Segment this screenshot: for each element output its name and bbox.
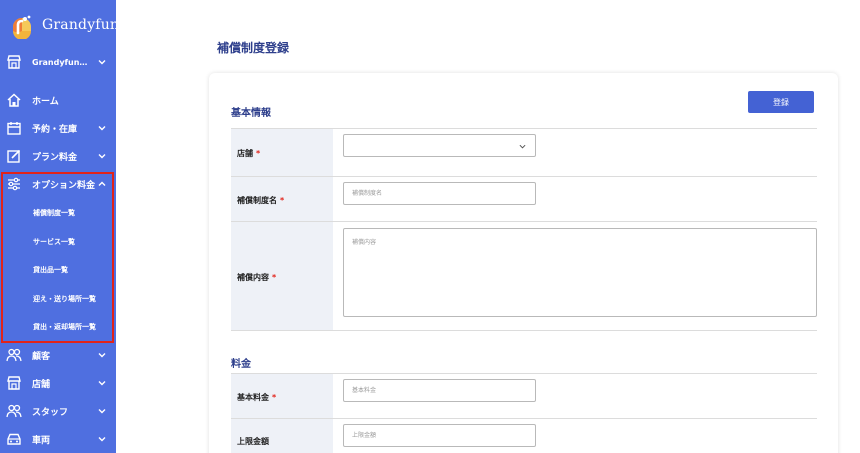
table-bottom-border xyxy=(231,330,817,331)
edit-icon xyxy=(6,148,22,164)
sidebar-item-staff[interactable]: スタッフ xyxy=(0,397,116,425)
form-row-name: 補償制度名 * xyxy=(231,176,817,221)
calendar-icon xyxy=(6,120,22,136)
field-label-cell: 上限金額 xyxy=(231,419,333,453)
store-icon xyxy=(6,54,22,70)
app-name: Grandyfun xyxy=(42,17,116,33)
page-title: 補償制度登録 xyxy=(217,41,290,55)
store-icon xyxy=(6,375,22,391)
users-icon xyxy=(6,347,22,363)
chevron-down-icon xyxy=(98,124,106,132)
chevron-up-icon xyxy=(98,180,106,188)
sidebar-item-label: プラン料金 xyxy=(32,152,78,163)
store-select[interactable] xyxy=(343,134,536,157)
max-amount-input[interactable] xyxy=(343,424,536,447)
store-selector[interactable]: Grandyfun… xyxy=(0,48,116,76)
submenu-item-compensation-list[interactable]: 補償制度一覧 xyxy=(33,208,75,218)
sidebar-item-plan-price[interactable]: プラン料金 xyxy=(0,142,116,170)
chevron-down-icon xyxy=(98,407,106,415)
field-value-cell xyxy=(333,374,817,418)
sidebar-item-home[interactable]: ホーム xyxy=(0,86,116,114)
sidebar-item-label: オプション料金 xyxy=(32,180,96,191)
submenu-item-rental-return-list[interactable]: 貸出・返却場所一覧 xyxy=(33,322,96,332)
store-label: 店舗 xyxy=(237,149,253,158)
sidebar-item-option-price[interactable]: オプション料金 xyxy=(0,170,116,198)
field-value-cell xyxy=(333,222,817,330)
base-price-label: 基本料金 xyxy=(237,393,269,402)
form-row-store: 店舗 * xyxy=(231,128,817,176)
field-value-cell xyxy=(333,129,817,176)
sidebar-item-customers[interactable]: 顧客 xyxy=(0,341,116,369)
sidebar-item-label: スタッフ xyxy=(32,407,69,418)
submenu-item-pickup-dropoff-list[interactable]: 迎え・送り場所一覧 xyxy=(33,294,96,304)
compensation-name-input[interactable] xyxy=(343,182,536,205)
chevron-down-icon xyxy=(98,351,106,359)
car-icon xyxy=(6,431,22,447)
submenu-item-service-list[interactable]: サービス一覧 xyxy=(33,237,75,247)
required-mark: * xyxy=(272,393,277,402)
compensation-content-textarea[interactable] xyxy=(343,228,817,317)
sidebar-item-vehicles[interactable]: 車両 xyxy=(0,425,116,453)
home-icon xyxy=(6,92,22,108)
sidebar-item-label: 店舗 xyxy=(32,379,51,390)
field-label-cell: 基本料金 * xyxy=(231,374,333,418)
field-value-cell xyxy=(333,177,817,221)
sidebar: Grandyfun Grandyfun… ホーム 予約・在庫 プラン料金 オプシ… xyxy=(0,0,116,453)
sidebar-item-label: 車両 xyxy=(32,435,51,446)
required-mark: * xyxy=(280,196,285,205)
section-title-price: 料金 xyxy=(231,359,251,370)
compensation-name-label: 補償制度名 xyxy=(237,196,277,205)
form-row-max-amount: 上限金額 xyxy=(231,418,817,453)
chevron-down-icon xyxy=(98,379,106,387)
submenu-item-rental-goods-list[interactable]: 貸出品一覧 xyxy=(33,265,68,275)
users-icon xyxy=(6,403,22,419)
max-amount-label: 上限金額 xyxy=(237,437,269,446)
store-selector-label: Grandyfun… xyxy=(32,57,88,67)
field-value-cell xyxy=(333,419,817,453)
base-price-input[interactable] xyxy=(343,379,536,402)
chevron-down-icon xyxy=(519,143,526,150)
field-label-cell: 店舗 * xyxy=(231,129,333,176)
compensation-content-label: 補償内容 xyxy=(237,273,269,282)
grandyfun-logo-icon xyxy=(8,11,36,40)
sidebar-item-reservation[interactable]: 予約・在庫 xyxy=(0,114,116,142)
chevron-down-icon xyxy=(98,58,106,66)
sidebar-item-label: 顧客 xyxy=(32,351,51,362)
section-title-basic-info: 基本情報 xyxy=(231,108,271,119)
sliders-icon xyxy=(6,176,22,192)
required-mark: * xyxy=(256,149,261,158)
required-mark: * xyxy=(272,273,277,282)
chevron-down-icon xyxy=(98,152,106,160)
form-row-base-price: 基本料金 * xyxy=(231,373,817,418)
form-row-content: 補償内容 * xyxy=(231,221,817,330)
form-card: 基本情報 登録 店舗 * 補償制度名 * 補償制度名 補償内容 * 補償内容 料… xyxy=(209,73,838,453)
sidebar-item-label: 予約・在庫 xyxy=(32,124,78,135)
register-button[interactable]: 登録 xyxy=(748,91,814,113)
sidebar-item-stores[interactable]: 店舗 xyxy=(0,369,116,397)
app-logo[interactable]: Grandyfun xyxy=(8,10,116,40)
chevron-down-icon xyxy=(98,435,106,443)
field-label-cell: 補償内容 * xyxy=(231,222,333,330)
sidebar-item-label: ホーム xyxy=(32,96,59,107)
field-label-cell: 補償制度名 * xyxy=(231,177,333,221)
